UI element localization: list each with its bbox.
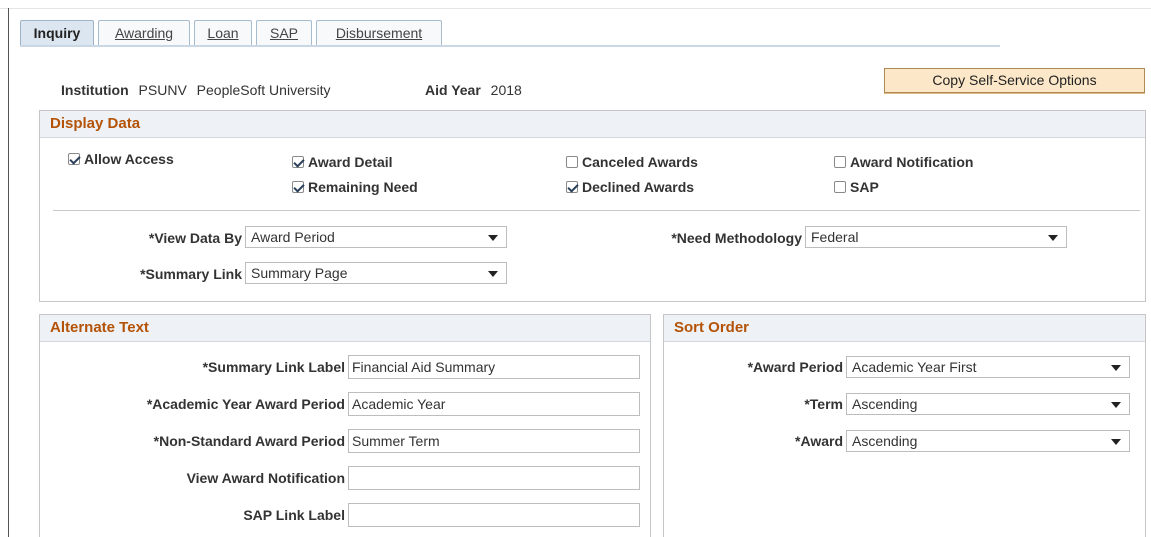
aid-year-label: Aid Year [425, 82, 481, 98]
tab-disbursement[interactable]: Disbursement [316, 20, 442, 45]
checkbox-icon[interactable] [834, 155, 846, 168]
summary-link-label: *Summary Link [140, 266, 242, 282]
alternate-text-header: Alternate Text [40, 315, 650, 342]
chevron-down-icon [1111, 365, 1121, 371]
award-label: *Award [795, 433, 843, 449]
non-standard-award-period-input[interactable]: Summer Term [348, 429, 640, 453]
view-data-by-label: *View Data By [148, 230, 242, 246]
institution-info: Institution PSUNV PeopleSoft University [61, 82, 331, 98]
canceled-awards-checkbox[interactable]: Canceled Awards [566, 154, 698, 170]
tab-label: SAP [269, 25, 298, 41]
sort-order-group: Sort Order [663, 314, 1146, 537]
sap-label: SAP [850, 179, 879, 195]
tab-label: Awarding [114, 25, 174, 41]
term-value: Ascending [852, 396, 918, 412]
tab-label: Disbursement [335, 25, 423, 41]
tab-underline [20, 45, 1000, 47]
checkbox-icon[interactable] [834, 180, 846, 193]
award-period-select[interactable]: Academic Year First [846, 356, 1130, 378]
institution-name: PeopleSoft University [196, 82, 331, 98]
chevron-down-icon [1111, 402, 1121, 408]
checkbox-icon[interactable] [566, 180, 578, 193]
need-methodology-select[interactable]: Federal [805, 226, 1067, 248]
summary-link-label-label: *Summary Link Label [202, 359, 345, 375]
award-select[interactable]: Ascending [846, 430, 1130, 452]
award-period-label: *Award Period [747, 359, 843, 375]
award-notification-checkbox[interactable]: Award Notification [834, 154, 973, 170]
sap-checkbox[interactable]: SAP [834, 179, 879, 195]
award-detail-checkbox[interactable]: Award Detail [292, 154, 393, 170]
chevron-down-icon [1111, 439, 1121, 445]
view-award-notification-input[interactable] [348, 466, 640, 490]
award-period-value: Academic Year First [852, 359, 977, 375]
sort-order-header: Sort Order [664, 315, 1145, 342]
non-standard-award-period-label: *Non-Standard Award Period [153, 433, 345, 449]
display-data-divider [53, 210, 1140, 211]
allow-access-checkbox[interactable]: Allow Access [68, 151, 174, 167]
award-notification-label: Award Notification [850, 154, 974, 170]
view-data-by-select[interactable]: Award Period [245, 226, 507, 248]
term-label: *Term [804, 396, 843, 412]
tab-label: Loan [207, 25, 239, 41]
top-divider [0, 8, 1151, 9]
remaining-need-checkbox[interactable]: Remaining Need [292, 179, 418, 195]
term-select[interactable]: Ascending [846, 393, 1130, 415]
tab-awarding[interactable]: Awarding [98, 20, 190, 45]
view-data-by-value: Award Period [251, 229, 335, 245]
tab-label: Inquiry [33, 25, 81, 41]
institution-code: PSUNV [138, 82, 187, 98]
award-detail-label: Award Detail [308, 154, 393, 170]
academic-year-award-period-label: *Academic Year Award Period [146, 396, 345, 412]
summary-link-select[interactable]: Summary Page [245, 262, 507, 284]
canceled-awards-label: Canceled Awards [582, 154, 698, 170]
need-methodology-value: Federal [811, 229, 859, 245]
aid-year-value: 2018 [490, 82, 522, 98]
allow-access-label: Allow Access [84, 151, 174, 167]
view-award-notification-label: View Award Notification [186, 470, 345, 486]
summary-link-value: Summary Page [251, 265, 348, 281]
chevron-down-icon [488, 235, 498, 241]
checkbox-icon[interactable] [292, 155, 304, 168]
checkbox-icon[interactable] [566, 155, 578, 168]
academic-year-award-period-input[interactable]: Academic Year [348, 392, 640, 416]
summary-link-label-input[interactable]: Financial Aid Summary [348, 355, 640, 379]
left-border [8, 8, 9, 537]
institution-label: Institution [61, 82, 129, 98]
checkbox-icon[interactable] [292, 180, 304, 193]
declined-awards-label: Declined Awards [582, 179, 695, 195]
tab-inquiry[interactable]: Inquiry [20, 20, 94, 47]
declined-awards-checkbox[interactable]: Declined Awards [566, 179, 694, 195]
remaining-need-label: Remaining Need [308, 179, 418, 195]
checkbox-icon[interactable] [68, 152, 80, 165]
display-data-header: Display Data [40, 111, 1145, 138]
need-methodology-label: *Need Methodology [671, 230, 802, 246]
aid-year-info: Aid Year 2018 [425, 82, 522, 98]
tab-loan[interactable]: Loan [194, 20, 252, 45]
chevron-down-icon [488, 271, 498, 277]
sap-link-label-label: SAP Link Label [243, 507, 345, 523]
sap-link-label-input[interactable] [348, 503, 640, 527]
copy-self-service-options-button[interactable]: Copy Self-Service Options [884, 68, 1145, 93]
chevron-down-icon [1048, 235, 1058, 241]
award-value: Ascending [852, 433, 918, 449]
tab-sap[interactable]: SAP [256, 20, 312, 45]
